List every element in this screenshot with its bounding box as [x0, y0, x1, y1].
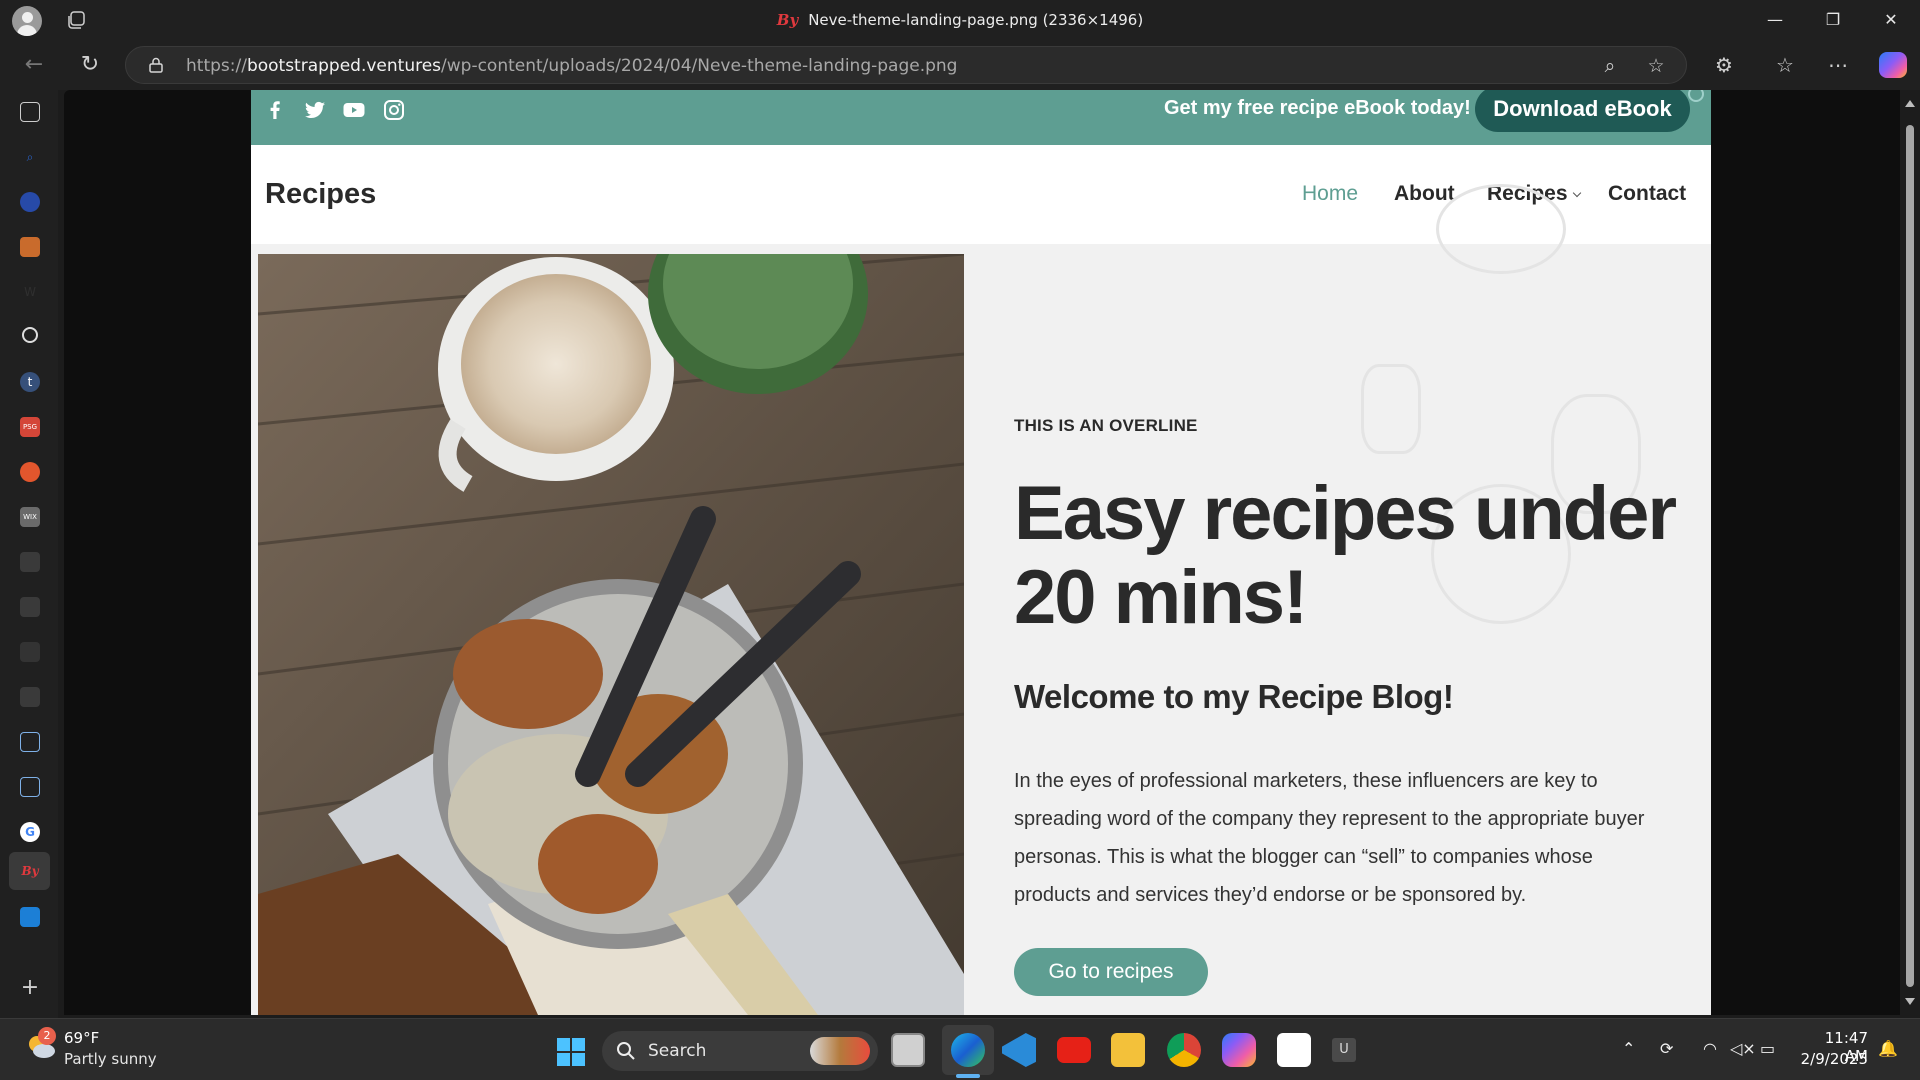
sidebar-search-icon[interactable]: ⌕	[20, 147, 40, 167]
sidebar-wix-icon[interactable]: WIX	[20, 507, 40, 527]
vertical-sidebar: ⌕ W t PSG WIX G By +	[0, 90, 58, 1018]
instagram-icon[interactable]	[382, 98, 406, 122]
wifi-icon[interactable]: ◠	[1703, 1039, 1717, 1058]
nav-about[interactable]: About	[1394, 182, 1455, 206]
zoom-icon[interactable]: ⌕	[1599, 55, 1621, 77]
hero-headline-line2: 20 mins!	[1014, 555, 1308, 640]
site-favicon-icon: By	[776, 11, 799, 29]
windows-taskbar: 2 69°F Partly sunny Search U ⌃ ⟳ ◠ ◁× ▭ …	[0, 1018, 1920, 1080]
volume-muted-icon[interactable]: ◁×	[1730, 1039, 1756, 1058]
go-to-recipes-button[interactable]: Go to recipes	[1014, 948, 1208, 996]
microsoft-store-icon[interactable]	[1277, 1033, 1311, 1067]
sync-icon[interactable]: ⟳	[1660, 1039, 1673, 1058]
nav-home[interactable]: Home	[1302, 182, 1358, 206]
sidebar-red-app-icon[interactable]: PSG	[20, 417, 40, 437]
weather-temperature[interactable]: 69°F	[64, 1029, 99, 1047]
notification-bell-icon[interactable]: 🔔	[1878, 1039, 1898, 1058]
url-scheme: https://	[186, 56, 247, 76]
sidebar-app-icon-5[interactable]	[20, 687, 40, 707]
sidebar-rocket-icon[interactable]	[20, 907, 40, 927]
more-menu-icon[interactable]: ⋯	[1823, 50, 1853, 80]
restore-button[interactable]: ❐	[1810, 6, 1856, 34]
lock-icon[interactable]	[149, 57, 163, 73]
taskbar-search-box[interactable]: Search	[602, 1031, 878, 1071]
promo-top-bar: Get my free recipe eBook today! Download…	[251, 90, 1711, 145]
file-explorer-icon[interactable]	[1111, 1033, 1145, 1067]
vertical-scrollbar[interactable]	[1900, 90, 1920, 1015]
sidebar-tumblr-icon[interactable]: t	[20, 372, 40, 392]
extensions-icon[interactable]: ⚙	[1709, 50, 1739, 80]
sidebar-app-icon-3[interactable]	[20, 597, 40, 617]
food-photo	[258, 254, 964, 1015]
refresh-button[interactable]: ↻	[75, 50, 105, 80]
sidebar-circle-icon[interactable]	[22, 327, 38, 343]
sidebar-globe-icon[interactable]	[20, 192, 40, 212]
favorite-star-icon[interactable]: ☆	[1645, 55, 1667, 77]
twitter-icon[interactable]	[303, 98, 327, 122]
scroll-down-icon[interactable]	[1905, 998, 1915, 1005]
copilot-icon[interactable]	[1879, 52, 1907, 78]
sidebar-w-icon[interactable]: W	[20, 282, 40, 302]
sidebar-add-icon[interactable]: +	[20, 977, 40, 999]
hero-subheadline: Welcome to my Recipe Blog!	[1014, 678, 1454, 715]
url-domain: bootstrapped.ventures	[246, 56, 442, 76]
site-brand[interactable]: Recipes	[265, 178, 376, 211]
browser-title-bar: By Neve-theme-landing-page.png (2336×1496…	[0, 0, 1920, 40]
search-icon	[617, 1042, 635, 1060]
search-label: Search	[648, 1041, 707, 1061]
hero-section: THIS IS AN OVERLINE Easy recipes under 2…	[251, 184, 1711, 1015]
sidebar-google-icon[interactable]: G	[20, 822, 40, 842]
hero-headline: Easy recipes under 20 mins!	[1014, 472, 1694, 640]
search-highlight-icon	[810, 1037, 870, 1065]
hero-paragraph: In the eyes of professional marketers, t…	[1014, 770, 1645, 906]
hero-headline-line1: Easy recipes under	[1014, 471, 1677, 556]
sidebar-app-icon[interactable]	[20, 237, 40, 257]
facebook-icon[interactable]	[263, 98, 287, 122]
chrome-icon[interactable]	[1167, 1033, 1201, 1067]
youtube-app-icon[interactable]	[1057, 1037, 1091, 1063]
back-button[interactable]: ←	[19, 50, 49, 80]
battery-icon[interactable]: ▭	[1760, 1039, 1775, 1058]
minimize-button[interactable]: —	[1752, 6, 1798, 34]
sidebar-app-icon-2[interactable]	[20, 552, 40, 572]
address-toolbar: ← ↻ https://bootstrapped.ventures/wp-con…	[0, 40, 1920, 90]
landing-page-image: Get my free recipe eBook today! Download…	[251, 90, 1711, 1015]
active-app-indicator	[956, 1074, 980, 1078]
sidebar-terminal-icon[interactable]	[20, 732, 40, 752]
tab-title: Neve-theme-landing-page.png (2336×1496)	[808, 11, 1144, 29]
sidebar-bootstrapped-icon[interactable]: By	[20, 861, 40, 881]
copilot-app-icon[interactable]	[1222, 1033, 1256, 1067]
windows-start-icon[interactable]	[556, 1037, 586, 1067]
sidebar-app-icon-4[interactable]	[20, 642, 40, 662]
u-app-icon[interactable]: U	[1332, 1038, 1356, 1062]
vscode-icon[interactable]	[1002, 1033, 1036, 1067]
chevron-down-icon	[1572, 188, 1581, 198]
hero-overline: THIS IS AN OVERLINE	[1014, 416, 1198, 435]
hero-text-block: THIS IS AN OVERLINE Easy recipes under 2…	[1014, 244, 1694, 1015]
clock-date[interactable]: 2/9/2025	[1796, 1050, 1868, 1068]
edge-browser-icon[interactable]	[951, 1033, 985, 1067]
sidebar-orange-app-icon[interactable]	[20, 462, 40, 482]
download-ebook-button[interactable]: Download eBook	[1475, 90, 1690, 132]
close-window-button[interactable]: ✕	[1868, 6, 1914, 34]
sidebar-terminal-icon-2[interactable]	[20, 777, 40, 797]
weather-description[interactable]: Partly sunny	[64, 1050, 157, 1068]
nav-contact[interactable]: Contact	[1608, 182, 1686, 206]
scrollbar-thumb[interactable]	[1906, 125, 1914, 987]
favorites-icon[interactable]: ☆	[1770, 50, 1800, 80]
window-title: By Neve-theme-landing-page.png (2336×1496…	[0, 11, 1920, 29]
address-bar[interactable]: https://bootstrapped.ventures/wp-content…	[125, 46, 1687, 84]
youtube-icon[interactable]	[342, 98, 366, 122]
sidebar-panel-icon[interactable]	[20, 102, 40, 122]
scroll-up-icon[interactable]	[1905, 100, 1915, 107]
weather-alert-badge: 2	[38, 1027, 56, 1045]
url-path: /wp-content/uploads/2024/04/Neve-theme-l…	[441, 56, 958, 76]
promo-text: Get my free recipe eBook today!	[1164, 97, 1471, 119]
show-hidden-icons-icon[interactable]: ⌃	[1622, 1039, 1635, 1058]
settings-gear-icon[interactable]	[1688, 90, 1704, 102]
url-text[interactable]: https://bootstrapped.ventures/wp-content…	[186, 56, 957, 76]
task-view-icon[interactable]	[891, 1033, 925, 1067]
